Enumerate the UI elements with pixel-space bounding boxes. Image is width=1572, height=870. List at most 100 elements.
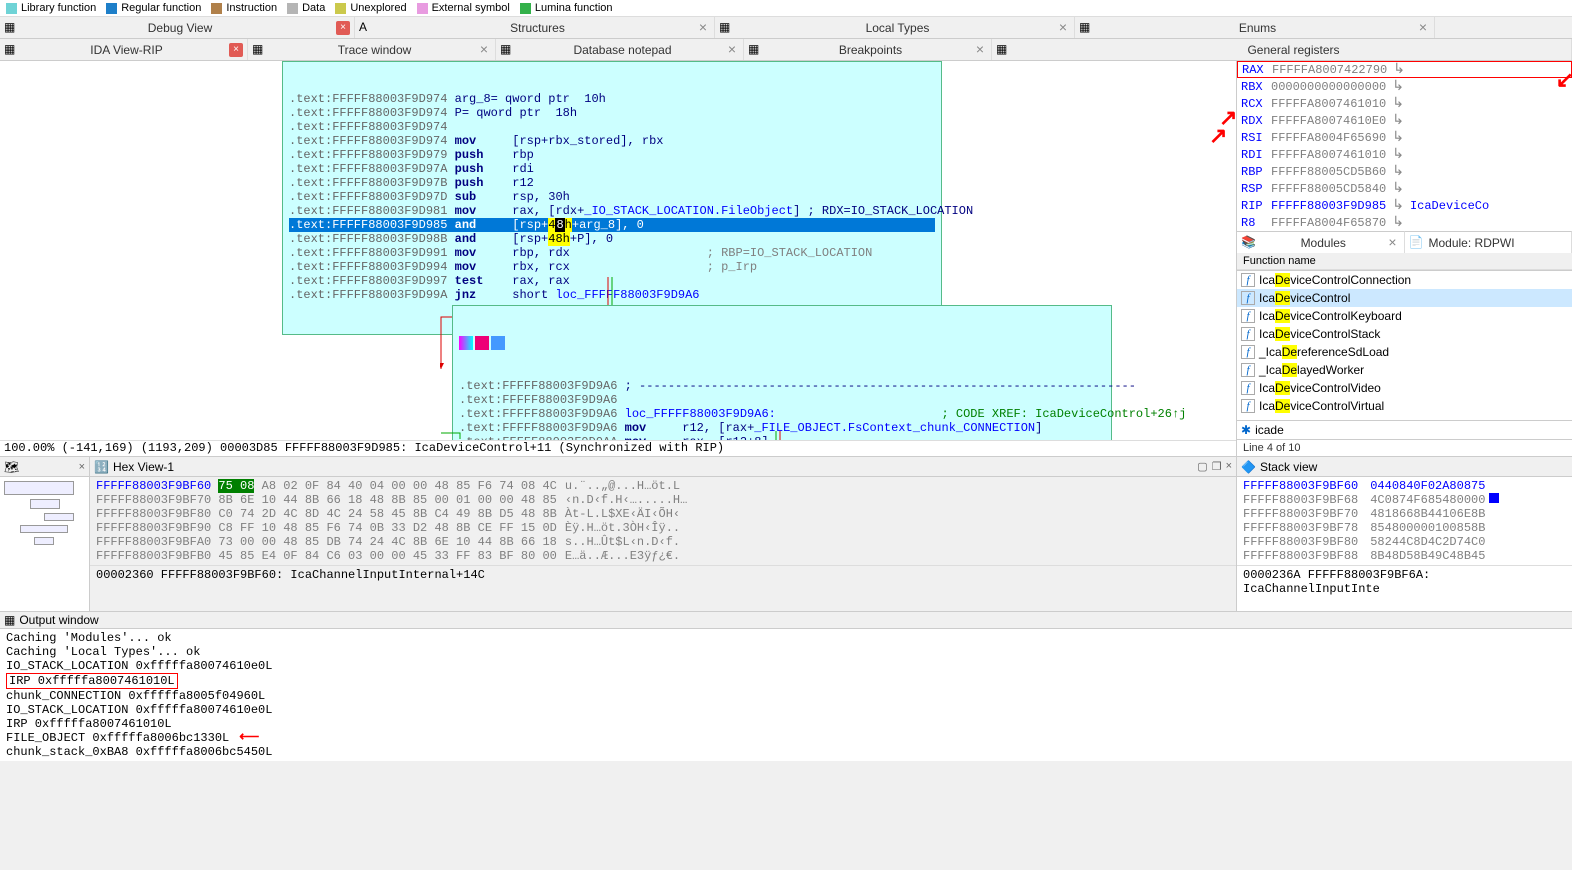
register-rsp[interactable]: RSPFFFFF88005CD5840↳: [1237, 180, 1572, 197]
code-line[interactable]: .text:FFFFF88003F9D981 mov rax, [rdx+_IO…: [289, 204, 935, 218]
register-rsi[interactable]: RSIFFFFFA8004F65690↳: [1237, 129, 1572, 146]
disassembly-view[interactable]: .text:FFFFF88003F9D974 arg_8= qword ptr …: [0, 61, 1237, 456]
function-icon: f: [1241, 327, 1255, 341]
output-line: Caching 'Modules'... ok: [6, 631, 1566, 645]
tab-icon: ▦: [748, 42, 764, 58]
register-rcx[interactable]: RCXFFFFFA8007461010↳: [1237, 95, 1572, 112]
register-rdx[interactable]: RDXFFFFFA80074610E0↳: [1237, 112, 1572, 129]
code-line[interactable]: .text:FFFFF88003F9D985 and [rsp+48h+arg_…: [289, 218, 935, 232]
tab-trace-window[interactable]: ▦Trace window×: [248, 39, 496, 60]
close-icon[interactable]: ×: [973, 43, 987, 57]
chart-icon[interactable]: [491, 336, 505, 350]
module-current-tab[interactable]: Module: RDPWI: [1429, 236, 1572, 250]
tab-database-notepad[interactable]: ▦Database notepad×: [496, 39, 744, 60]
filter-icon: ✱: [1241, 423, 1251, 437]
legend-item: Data: [287, 2, 325, 14]
stack-row[interactable]: FFFFF88003F9BF78854800000100858B: [1243, 521, 1566, 535]
output-line: FILE_OBJECT 0xfffffa8006bc1330L⟵: [6, 731, 1566, 745]
tab-icon: ▦: [996, 42, 1012, 58]
code-line[interactable]: .text:FFFFF88003F9D997 test rax, rax: [289, 274, 935, 288]
nav-overview[interactable]: 🗺 ×: [0, 457, 90, 611]
legend-item: Library function: [6, 2, 96, 14]
function-row[interactable]: fIcaDeviceControlStack: [1237, 325, 1572, 343]
output-line: chunk_CONNECTION 0xfffffa8005f04960L: [6, 689, 1566, 703]
function-row[interactable]: f_IcaDereferenceSdLoad: [1237, 343, 1572, 361]
close-icon[interactable]: ×: [1386, 236, 1400, 250]
function-row[interactable]: f_IcaDelayedWorker: [1237, 361, 1572, 379]
code-line[interactable]: .text:FFFFF88003F9D9A6 loc_FFFFF88003F9D…: [459, 407, 1105, 421]
group-icon[interactable]: [475, 336, 489, 350]
code-line[interactable]: .text:FFFFF88003F9D991 mov rbp, rdx ; RB…: [289, 246, 935, 260]
output-line: IRP 0xfffffa8007461010L: [6, 717, 1566, 731]
stack-row[interactable]: FFFFF88003F9BF8058244C8D4C2D74C0: [1243, 535, 1566, 549]
stack-view[interactable]: 🔷 Stack view FFFFF88003F9BF600440840F02A…: [1237, 456, 1572, 611]
function-row[interactable]: fIcaDeviceControl: [1237, 289, 1572, 307]
register-r8[interactable]: R8FFFFFA8004F65870↳: [1237, 214, 1572, 231]
code-line[interactable]: .text:FFFFF88003F9D99A jnz short loc_FFF…: [289, 288, 935, 302]
close-icon[interactable]: ×: [1056, 21, 1070, 35]
restore-icon[interactable]: ❐: [1212, 460, 1222, 473]
functions-header[interactable]: Function name: [1237, 253, 1572, 270]
close-icon[interactable]: ×: [229, 43, 243, 57]
tab-local-types[interactable]: ▦Local Types×: [715, 17, 1075, 38]
code-line[interactable]: .text:FFFFF88003F9D97A push rdi: [289, 162, 935, 176]
code-line[interactable]: .text:FFFFF88003F9D97B push r12: [289, 176, 935, 190]
function-row[interactable]: fIcaDeviceControlVideo: [1237, 379, 1572, 397]
code-line[interactable]: .text:FFFFF88003F9D974 arg_8= qword ptr …: [289, 92, 935, 106]
tab-enums[interactable]: ▦Enums×: [1075, 17, 1435, 38]
close-icon[interactable]: ×: [477, 43, 491, 57]
function-icon: f: [1241, 345, 1255, 359]
tab-icon: ▦: [719, 20, 735, 36]
hex-view[interactable]: 🔢 Hex View-1 ▢ ❐ × FFFFF88003F9BF60 75 0…: [90, 457, 1236, 611]
hex-row[interactable]: FFFFF88003F9BF80 C0 74 2D 4C 8D 4C 24 58…: [96, 507, 1230, 521]
output-line: Caching 'Local Types'... ok: [6, 645, 1566, 659]
close-icon[interactable]: ×: [79, 461, 85, 473]
stack-row[interactable]: FFFFF88003F9BF704818668B44106E8B: [1243, 507, 1566, 521]
code-line[interactable]: .text:FFFFF88003F9D9A6: [459, 393, 1105, 407]
tab-structures[interactable]: AStructures×: [355, 17, 715, 38]
stack-row[interactable]: FFFFF88003F9BF684C0874F685480000: [1243, 493, 1566, 507]
color-icon[interactable]: [459, 336, 473, 350]
register-rbp[interactable]: RBPFFFFF88005CD5B60↳: [1237, 163, 1572, 180]
code-line[interactable]: .text:FFFFF88003F9D98B and [rsp+48h+P], …: [289, 232, 935, 246]
close-icon[interactable]: ×: [1226, 460, 1232, 473]
stack-row[interactable]: FFFFF88003F9BF888B48D58B49C48B45: [1243, 549, 1566, 563]
register-rbx[interactable]: RBX0000000000000000↳: [1237, 78, 1572, 95]
modules-tab[interactable]: Modules: [1261, 236, 1386, 250]
close-icon[interactable]: ×: [336, 21, 350, 35]
code-line[interactable]: .text:FFFFF88003F9D974: [289, 120, 935, 134]
register-rax[interactable]: RAXFFFFFA8007422790↳: [1237, 61, 1572, 78]
minimize-icon[interactable]: ▢: [1197, 460, 1207, 473]
function-search-input[interactable]: [1255, 423, 1568, 437]
code-line[interactable]: .text:FFFFF88003F9D974 mov [rsp+rbx_stor…: [289, 134, 935, 148]
stack-row[interactable]: FFFFF88003F9BF600440840F02A80875: [1243, 479, 1566, 493]
close-icon[interactable]: ×: [1416, 21, 1430, 35]
code-line[interactable]: .text:FFFFF88003F9D979 push rbp: [289, 148, 935, 162]
output-window[interactable]: ▦ Output window Caching 'Modules'... okC…: [0, 611, 1572, 761]
tab-breakpoints[interactable]: ▦Breakpoints×: [744, 39, 992, 60]
hex-row[interactable]: FFFFF88003F9BF60 75 08 A8 02 0F 84 40 04…: [96, 479, 1230, 493]
hex-row[interactable]: FFFFF88003F9BFB0 45 85 E4 0F 84 C6 03 00…: [96, 549, 1230, 563]
close-icon[interactable]: ×: [696, 21, 710, 35]
code-line[interactable]: .text:FFFFF88003F9D974 P= qword ptr 18h: [289, 106, 935, 120]
code-line[interactable]: .text:FFFFF88003F9D994 mov rbx, rcx ; p_…: [289, 260, 935, 274]
function-row[interactable]: fIcaDeviceControlKeyboard: [1237, 307, 1572, 325]
register-rip[interactable]: RIPFFFFF88003F9D985↳IcaDeviceCo: [1237, 197, 1572, 214]
function-row[interactable]: fIcaDeviceControlConnection: [1237, 271, 1572, 289]
code-line[interactable]: .text:FFFFF88003F9D9A6 ; ---------------…: [459, 379, 1105, 393]
tab-debug-view[interactable]: ▦Debug View×: [0, 17, 355, 38]
graph-node-1[interactable]: .text:FFFFF88003F9D974 arg_8= qword ptr …: [282, 61, 942, 335]
functions-list[interactable]: fIcaDeviceControlConnectionfIcaDeviceCon…: [1237, 270, 1572, 420]
hex-row[interactable]: FFFFF88003F9BFA0 73 00 00 48 85 DB 74 24…: [96, 535, 1230, 549]
legend-item: Lumina function: [520, 2, 613, 14]
close-icon[interactable]: ×: [725, 43, 739, 57]
code-line[interactable]: .text:FFFFF88003F9D9A6 mov r12, [rax+_FI…: [459, 421, 1105, 435]
tab-ida-view-rip[interactable]: ▦IDA View-RIP×: [0, 39, 248, 60]
register-rdi[interactable]: RDIFFFFFA8007461010↳: [1237, 146, 1572, 163]
hex-row[interactable]: FFFFF88003F9BF90 C8 FF 10 48 85 F6 74 0B…: [96, 521, 1230, 535]
hex-row[interactable]: FFFFF88003F9BF70 8B 6E 10 44 8B 66 18 48…: [96, 493, 1230, 507]
graph-node-2[interactable]: .text:FFFFF88003F9D9A6 ; ---------------…: [452, 305, 1112, 456]
function-row[interactable]: fIcaDeviceControlVirtual: [1237, 397, 1572, 415]
tab-general-registers[interactable]: ▦General registers: [992, 39, 1572, 60]
code-line[interactable]: .text:FFFFF88003F9D97D sub rsp, 30h: [289, 190, 935, 204]
